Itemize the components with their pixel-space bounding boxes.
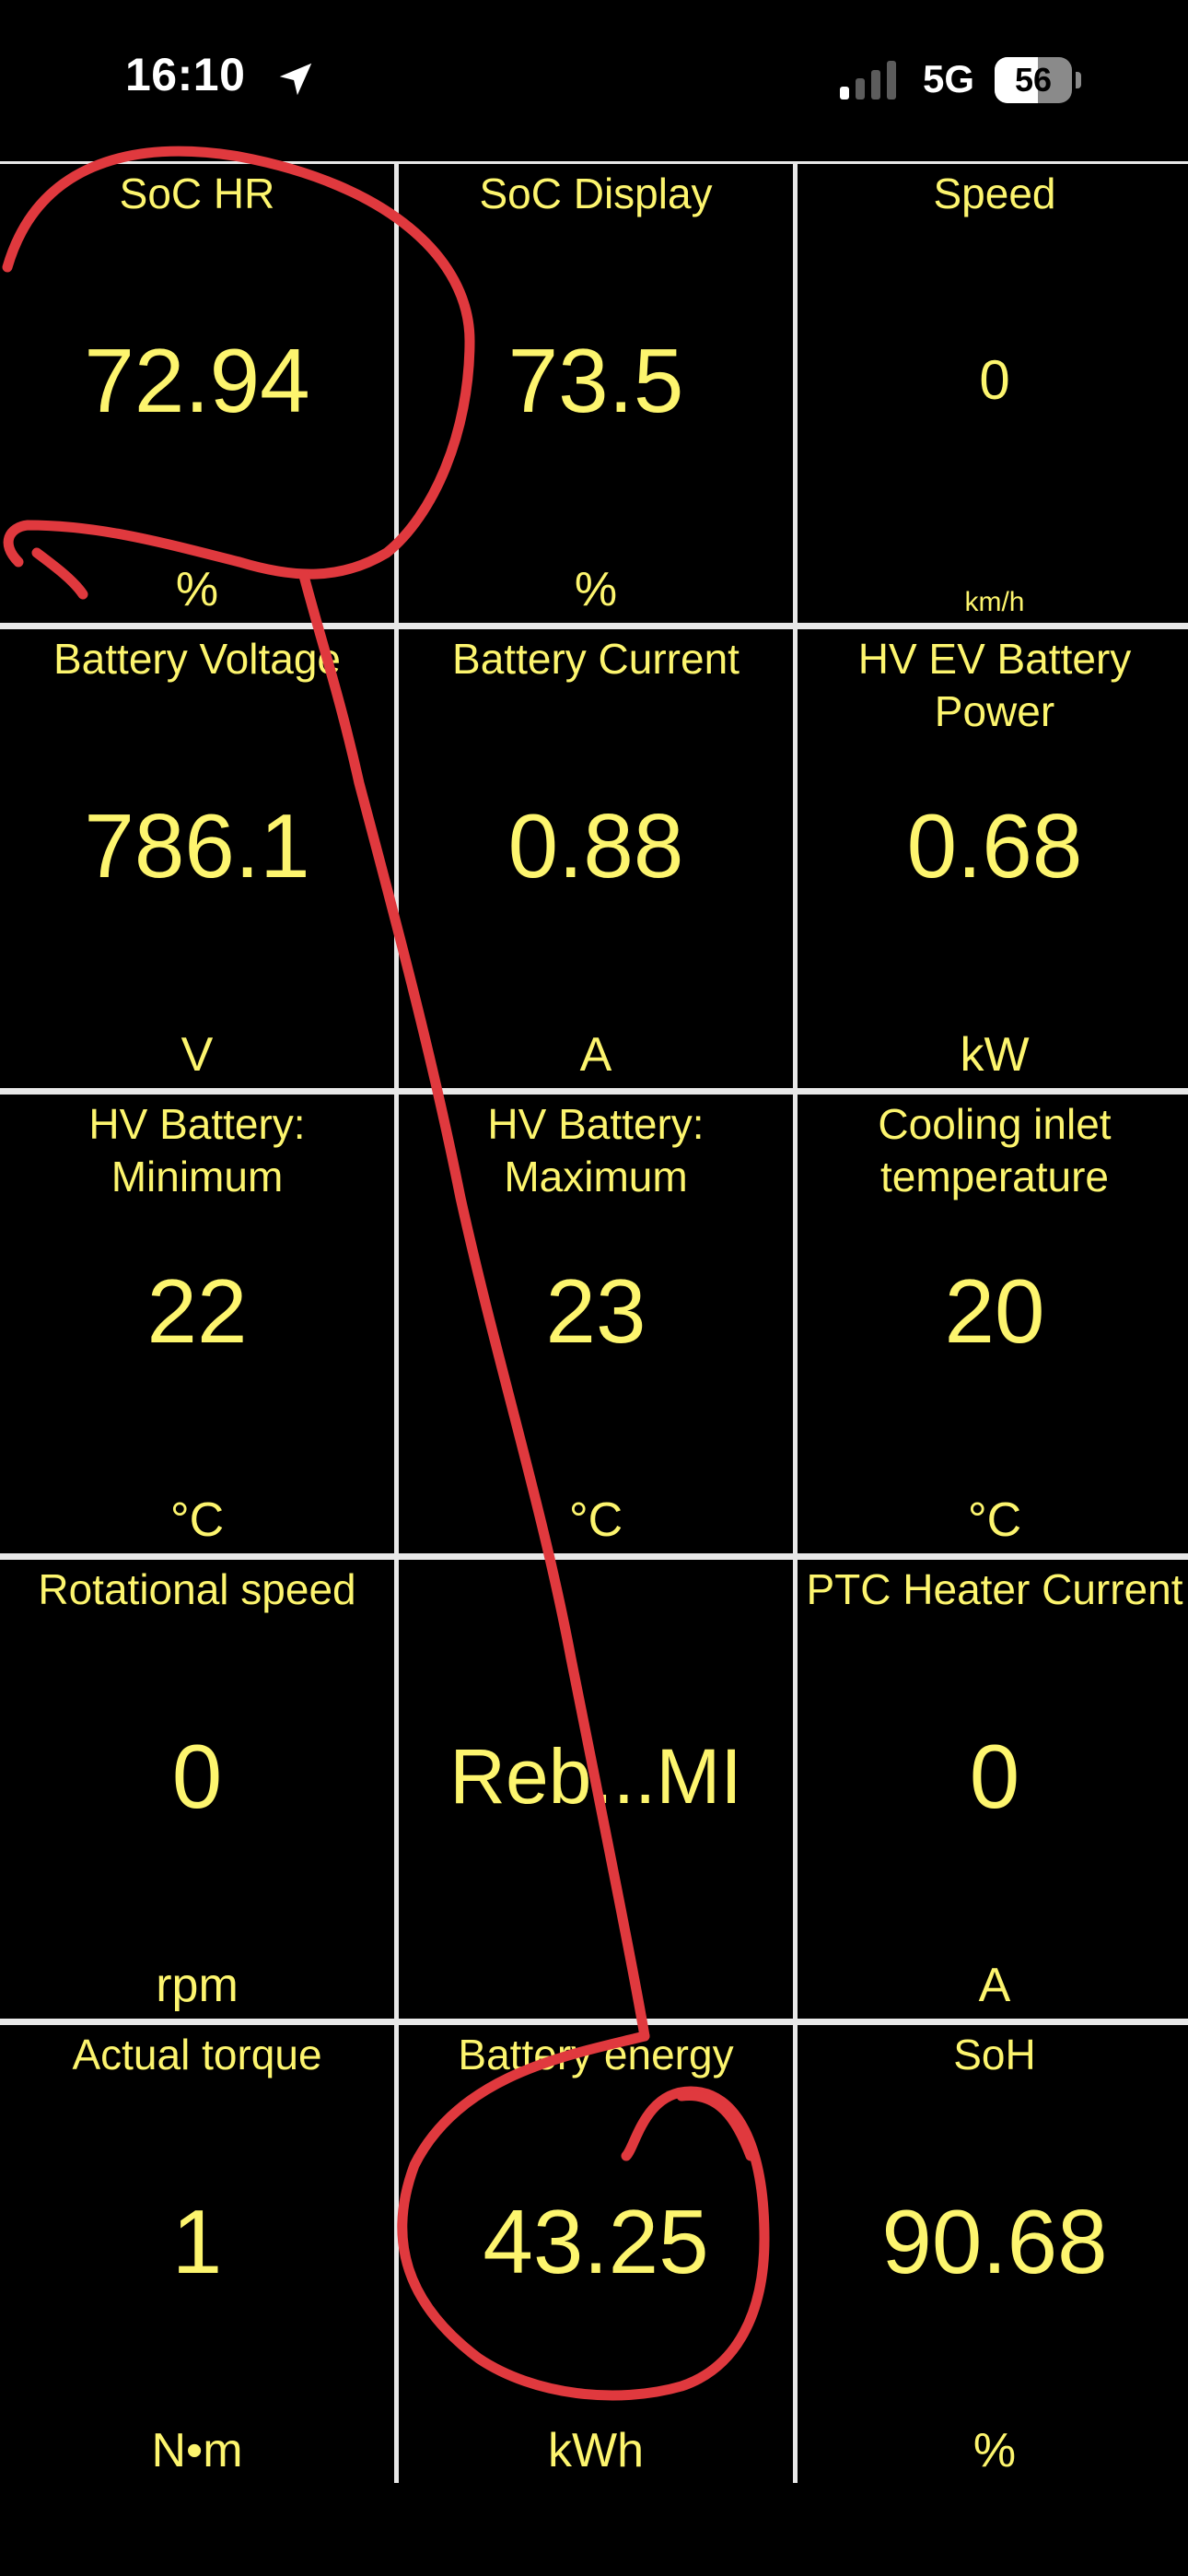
tile-title: HV EV Battery Power bbox=[857, 635, 1132, 735]
tile-unit: A bbox=[579, 1028, 612, 1082]
tile-hv-battery-min[interactable]: HV Battery: Minimum 22 °C bbox=[0, 1095, 394, 1553]
tile-value: 0.88 bbox=[507, 795, 684, 896]
status-time: 16:10 bbox=[125, 49, 246, 100]
tile-title: Battery Voltage bbox=[53, 635, 341, 683]
tile-truncated-value[interactable]: Reb...MI bbox=[399, 1560, 793, 2019]
status-bar: 16:10 5G 56 bbox=[0, 0, 1188, 157]
tile-value: 0.68 bbox=[906, 795, 1083, 896]
tile-unit: kW bbox=[960, 1028, 1030, 1082]
tile-title: Battery Current bbox=[452, 635, 740, 683]
tile-title: SoC Display bbox=[479, 170, 713, 217]
network-type: 5G bbox=[923, 57, 975, 100]
location-arrow-icon bbox=[279, 63, 312, 96]
tile-soc-display[interactable]: SoC Display 73.5 % bbox=[399, 164, 793, 623]
tile-value: 23 bbox=[545, 1260, 646, 1362]
tile-title: Actual torque bbox=[72, 2031, 322, 2078]
tile-title: SoC HR bbox=[119, 170, 275, 217]
tile-title: PTC Heater Current bbox=[806, 1565, 1183, 1613]
tile-unit: % bbox=[973, 2424, 1017, 2477]
tile-value: 90.68 bbox=[881, 2191, 1108, 2292]
tile-unit: N•m bbox=[151, 2424, 243, 2477]
tile-battery-current[interactable]: Battery Current 0.88 A bbox=[399, 629, 793, 1088]
tile-battery-voltage[interactable]: Battery Voltage 786.1 V bbox=[0, 629, 394, 1088]
tile-unit: % bbox=[175, 563, 219, 616]
tile-title: Cooling inlet temperature bbox=[878, 1100, 1112, 1200]
tile-title: Battery energy bbox=[458, 2031, 734, 2078]
tile-ptc-heater-current[interactable]: PTC Heater Current 0 A bbox=[798, 1560, 1188, 2019]
tile-title: Rotational speed bbox=[38, 1565, 356, 1613]
tile-speed[interactable]: Speed 0 km/h bbox=[798, 164, 1188, 623]
cellular-signal-icon bbox=[840, 61, 896, 100]
tile-soh[interactable]: SoH 90.68 % bbox=[798, 2025, 1188, 2484]
tile-unit: °C bbox=[967, 1493, 1022, 1547]
tile-title: HV Battery: Maximum bbox=[487, 1100, 705, 1200]
tile-value: 73.5 bbox=[507, 330, 684, 431]
tile-value: 0 bbox=[171, 1726, 223, 1827]
tile-cooling-inlet-temp[interactable]: Cooling inlet temperature 20 °C bbox=[798, 1095, 1188, 1553]
tile-value: 0 bbox=[979, 349, 1010, 411]
tile-unit: km/h bbox=[964, 587, 1025, 617]
tile-title: SoH bbox=[953, 2031, 1036, 2078]
battery-level: 56 bbox=[1014, 61, 1053, 99]
tile-unit: V bbox=[181, 1028, 214, 1082]
tile-hv-battery-power[interactable]: HV EV Battery Power 0.68 kW bbox=[798, 629, 1188, 1088]
tile-unit: kWh bbox=[548, 2424, 644, 2477]
tile-value: 43.25 bbox=[483, 2191, 709, 2292]
tile-battery-energy[interactable]: Battery energy 43.25 kWh bbox=[399, 2025, 793, 2484]
tile-unit: rpm bbox=[156, 1959, 239, 2012]
tile-value: Reb...MI bbox=[449, 1733, 742, 1820]
tile-actual-torque[interactable]: Actual torque 1 N•m bbox=[0, 2025, 394, 2484]
tile-unit: % bbox=[574, 563, 618, 616]
bottom-bar bbox=[0, 2483, 1188, 2576]
tile-hv-battery-max[interactable]: HV Battery: Maximum 23 °C bbox=[399, 1095, 793, 1553]
tile-title: Speed bbox=[933, 170, 1056, 217]
tile-title: HV Battery: Minimum bbox=[88, 1100, 306, 1200]
tile-value: 0 bbox=[969, 1726, 1020, 1827]
battery-icon: 56 bbox=[995, 57, 1083, 103]
gauge-grid: SoC HR 72.94 % SoC Display 73.5 % Speed … bbox=[0, 161, 1188, 2484]
tile-soc-hr[interactable]: SoC HR 72.94 % bbox=[0, 164, 394, 623]
tile-value: 72.94 bbox=[84, 330, 310, 431]
tile-value: 22 bbox=[146, 1260, 248, 1362]
tile-unit: A bbox=[978, 1959, 1011, 2012]
tile-unit: °C bbox=[169, 1493, 225, 1547]
tile-value: 786.1 bbox=[84, 795, 310, 896]
tile-value: 1 bbox=[171, 2191, 223, 2292]
tile-unit: °C bbox=[568, 1493, 623, 1547]
tile-rotational-speed[interactable]: Rotational speed 0 rpm bbox=[0, 1560, 394, 2019]
tile-value: 20 bbox=[944, 1260, 1045, 1362]
